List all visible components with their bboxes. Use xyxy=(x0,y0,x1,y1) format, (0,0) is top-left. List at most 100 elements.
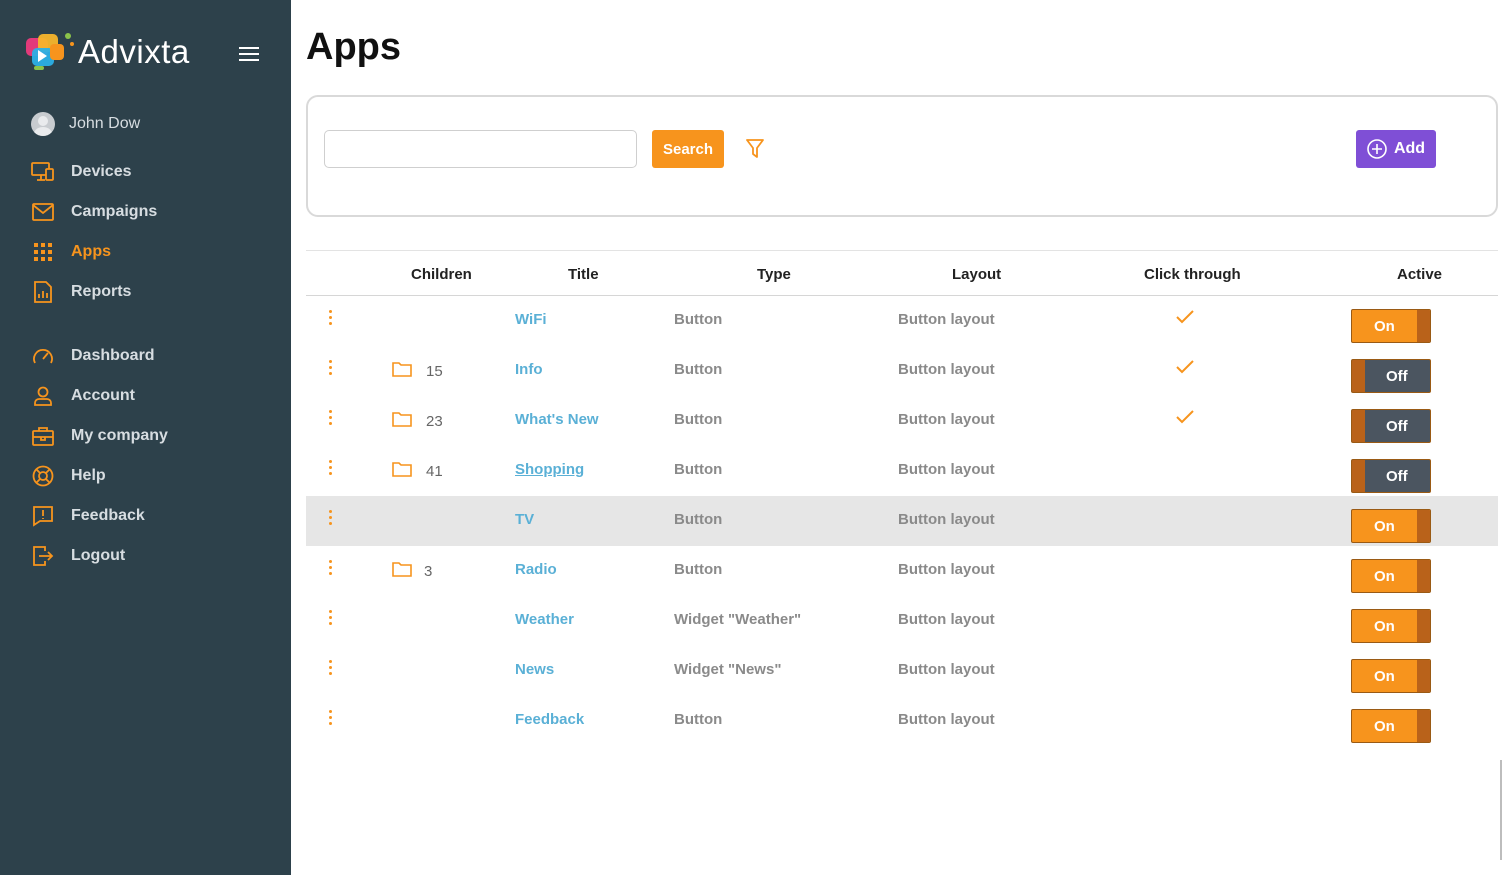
user-profile[interactable]: John Dow xyxy=(31,112,140,136)
folder-icon[interactable] xyxy=(392,361,412,377)
sidebar-item-label: Logout xyxy=(71,547,126,564)
sidebar-item-dashboard[interactable]: Dashboard xyxy=(31,344,155,368)
children-count: 15 xyxy=(426,363,443,380)
app-type: Button xyxy=(674,311,723,328)
check-icon xyxy=(1176,410,1194,426)
scrollbar[interactable] xyxy=(1500,760,1502,860)
search-button[interactable]: Search xyxy=(652,130,724,168)
app-title-link[interactable]: Weather xyxy=(515,611,574,628)
app-type: Button xyxy=(674,461,723,478)
sidebar-item-label: Account xyxy=(71,387,135,404)
app-title-link[interactable]: What's New xyxy=(515,411,599,428)
app-type: Button xyxy=(674,511,723,528)
toggle-label: On xyxy=(1374,568,1395,585)
active-toggle[interactable]: On xyxy=(1351,709,1431,743)
table-row: WiFi Button Button layout On xyxy=(306,296,1498,346)
app-layout: Button layout xyxy=(898,461,995,478)
sidebar-item-campaigns[interactable]: Campaigns xyxy=(31,200,157,224)
sidebar-item-label: Feedback xyxy=(71,507,145,524)
row-menu-icon[interactable] xyxy=(325,410,335,430)
folder-icon[interactable] xyxy=(392,461,412,477)
sidebar-item-label: Reports xyxy=(71,283,132,300)
sidebar-item-devices[interactable]: Devices xyxy=(31,160,132,184)
active-toggle[interactable]: Off xyxy=(1351,359,1431,393)
app-title-link[interactable]: Feedback xyxy=(515,711,584,728)
sidebar-item-account[interactable]: Account xyxy=(31,384,135,408)
sidebar-item-logout[interactable]: Logout xyxy=(31,544,125,568)
app-layout: Button layout xyxy=(898,661,995,678)
filter-icon[interactable] xyxy=(746,139,766,161)
sidebar-item-apps[interactable]: Apps xyxy=(31,240,111,264)
toggle-label: Off xyxy=(1386,368,1408,385)
app-layout: Button layout xyxy=(898,311,995,328)
menu-toggle-icon[interactable] xyxy=(239,47,259,63)
app-type: Button xyxy=(674,361,723,378)
app-title-link[interactable]: News xyxy=(515,661,554,678)
toggle-label: On xyxy=(1374,318,1395,335)
sidebar-item-feedback[interactable]: Feedback xyxy=(31,504,145,528)
check-icon xyxy=(1176,360,1194,376)
toggle-label: On xyxy=(1374,668,1395,685)
active-toggle[interactable]: On xyxy=(1351,659,1431,693)
search-panel: Search Add xyxy=(306,95,1498,217)
app-title-link[interactable]: Radio xyxy=(515,561,557,578)
children-count: 41 xyxy=(426,463,443,480)
column-header-click-through[interactable]: Click through xyxy=(1144,266,1241,283)
folder-icon[interactable] xyxy=(392,561,412,577)
gauge-icon xyxy=(31,344,55,368)
briefcase-icon xyxy=(31,424,55,448)
toggle-label: Off xyxy=(1386,468,1408,485)
row-menu-icon[interactable] xyxy=(325,460,335,480)
add-button[interactable]: Add xyxy=(1356,130,1436,168)
apps-table: Children Title Type Layout Click through… xyxy=(306,250,1498,746)
app-type: Widget "Weather" xyxy=(674,611,802,628)
page-title: Apps xyxy=(306,26,401,68)
app-layout: Button layout xyxy=(898,411,995,428)
brand-name: Advixta xyxy=(78,33,190,70)
sidebar-item-label: Dashboard xyxy=(71,347,155,364)
brand-logo[interactable]: Advixta xyxy=(24,30,190,74)
row-menu-icon[interactable] xyxy=(325,610,335,630)
row-menu-icon[interactable] xyxy=(325,660,335,680)
row-menu-icon[interactable] xyxy=(325,710,335,730)
row-menu-icon[interactable] xyxy=(325,360,335,380)
column-header-type[interactable]: Type xyxy=(757,266,791,283)
avatar xyxy=(31,112,55,136)
app-title-link[interactable]: TV xyxy=(515,511,534,528)
search-input[interactable] xyxy=(324,130,637,168)
row-menu-icon[interactable] xyxy=(325,510,335,530)
active-toggle[interactable]: On xyxy=(1351,309,1431,343)
table-row: 15 Info Button Button layout Off xyxy=(306,346,1498,396)
app-title-link[interactable]: Info xyxy=(515,361,543,378)
active-toggle[interactable]: On xyxy=(1351,559,1431,593)
logo-icon xyxy=(26,33,74,70)
toggle-label: On xyxy=(1374,518,1395,535)
column-header-title[interactable]: Title xyxy=(568,266,599,283)
sidebar-item-my-company[interactable]: My company xyxy=(31,424,168,448)
sidebar-item-label: My company xyxy=(71,427,168,444)
app-title-link[interactable]: WiFi xyxy=(515,311,547,328)
monitor-icon xyxy=(31,160,55,184)
column-header-active[interactable]: Active xyxy=(1397,266,1442,283)
toggle-label: On xyxy=(1374,618,1395,635)
children-count: 23 xyxy=(426,413,443,430)
column-header-children[interactable]: Children xyxy=(411,266,472,283)
sidebar-item-label: Help xyxy=(71,467,106,484)
lifebuoy-icon xyxy=(31,464,55,488)
column-header-layout[interactable]: Layout xyxy=(952,266,1001,283)
row-menu-icon[interactable] xyxy=(325,310,335,330)
app-layout: Button layout xyxy=(898,361,995,378)
active-toggle[interactable]: On xyxy=(1351,609,1431,643)
row-menu-icon[interactable] xyxy=(325,560,335,580)
app-layout: Button layout xyxy=(898,711,995,728)
active-toggle[interactable]: On xyxy=(1351,509,1431,543)
app-layout: Button layout xyxy=(898,561,995,578)
active-toggle[interactable]: Off xyxy=(1351,459,1431,493)
app-type: Button xyxy=(674,411,723,428)
sidebar-item-reports[interactable]: Reports xyxy=(31,280,131,304)
app-title-link[interactable]: Shopping xyxy=(515,461,584,478)
app-layout: Button layout xyxy=(898,511,995,528)
folder-icon[interactable] xyxy=(392,411,412,427)
sidebar-item-help[interactable]: Help xyxy=(31,464,106,488)
active-toggle[interactable]: Off xyxy=(1351,409,1431,443)
